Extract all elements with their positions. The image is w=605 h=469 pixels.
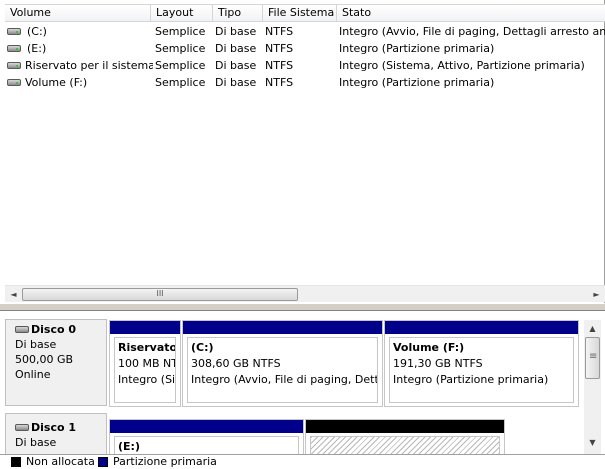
- volume-layout: Semplice: [155, 42, 206, 55]
- partition-c[interactable]: (C:) 308,60 GB NTFS Integro (Avvio, File…: [182, 320, 383, 407]
- vertical-scrollbar[interactable]: ▲ ▼: [584, 320, 601, 454]
- horizontal-scrollbar[interactable]: ◄ III ►: [5, 285, 605, 302]
- volume-layout: Semplice: [155, 76, 206, 89]
- partition-color-bar: [110, 321, 180, 334]
- volume-fs: NTFS: [265, 25, 294, 38]
- partition-status: Integro (Avvio, File di paging, Detta: [191, 373, 377, 386]
- volume-row[interactable]: Volume (F:) Semplice Di base NTFS Integr…: [5, 74, 605, 91]
- column-header-file-system[interactable]: File Sistema: [263, 5, 337, 22]
- drive-icon: [7, 62, 21, 69]
- partition-reserved[interactable]: Riservato 100 MB NT Integro (Sis: [109, 320, 181, 407]
- volume-name: Riservato per il sistema: [25, 59, 153, 72]
- volume-type: Di base: [215, 59, 257, 72]
- partition-size: 308,60 GB NTFS: [191, 357, 281, 370]
- volume-row[interactable]: (E:) Semplice Di base NTFS Integro (Part…: [5, 40, 605, 57]
- partition-name: (C:): [191, 341, 214, 354]
- volume-layout: Semplice: [155, 59, 206, 72]
- volume-name: (C:): [27, 25, 47, 38]
- volume-list-pane: Volume Layout Tipo File Sistema Stato (C…: [0, 0, 605, 303]
- volume-status: Integro (Avvio, File di paging, Dettagli…: [339, 25, 605, 38]
- volume-status: Integro (Sistema, Attivo, Partizione pri…: [339, 59, 585, 72]
- partition-name: Riservato: [118, 341, 175, 354]
- partition-name: (E:): [118, 440, 140, 453]
- drive-icon: [7, 79, 21, 86]
- primary-partition-swatch: [98, 457, 108, 467]
- unallocated-color-bar: [306, 420, 504, 433]
- partition-size: 191,30 GB NTFS: [393, 357, 483, 370]
- volume-status: Integro (Partizione primaria): [339, 42, 495, 55]
- column-header: Volume Layout Tipo File Sistema Stato: [5, 4, 605, 22]
- disk-0-label[interactable]: Disco 0 Di base 500,00 GB Online: [5, 319, 107, 406]
- volume-type: Di base: [215, 25, 257, 38]
- volume-row[interactable]: Riservato per il sistema Semplice Di bas…: [5, 57, 605, 74]
- unallocated-swatch: [11, 457, 21, 467]
- disk-1-label[interactable]: Disco 1 Di base: [5, 413, 107, 454]
- column-header-stato[interactable]: Stato: [337, 5, 605, 22]
- disk-graphical-pane: Disco 0 Di base 500,00 GB Online Riserva…: [0, 311, 605, 456]
- column-header-layout[interactable]: Layout: [151, 5, 213, 22]
- partition-color-bar: [385, 321, 578, 334]
- disk-icon: [15, 326, 29, 333]
- scroll-grip-icon: III: [156, 289, 164, 298]
- drive-icon: [7, 28, 21, 35]
- disk-type: Di base: [15, 338, 57, 351]
- disk-status: Online: [15, 368, 51, 381]
- unallocated-space[interactable]: [305, 419, 505, 456]
- volume-fs: NTFS: [265, 76, 294, 89]
- partition-color-bar: [183, 321, 382, 334]
- volume-row[interactable]: (C:) Semplice Di base NTFS Integro (Avvi…: [5, 23, 605, 40]
- unallocated-hatch: [310, 436, 500, 456]
- volume-layout: Semplice: [155, 25, 206, 38]
- disk-title: Disco 1: [31, 421, 77, 434]
- volume-fs: NTFS: [265, 59, 294, 72]
- disk-icon: [15, 424, 29, 431]
- column-header-volume[interactable]: Volume: [5, 5, 151, 22]
- legend-unallocated-label: Non allocata: [26, 455, 95, 468]
- disk-size: 500,00 GB: [15, 353, 74, 366]
- volume-name: Volume (F:): [25, 76, 88, 89]
- partition-e[interactable]: (E:): [109, 419, 304, 456]
- partition-size: 100 MB NT: [118, 357, 175, 370]
- vertical-scroll-thumb[interactable]: [585, 337, 600, 379]
- partition-status: Integro (Partizione primaria): [393, 373, 549, 386]
- scroll-down-arrow-icon[interactable]: ▼: [584, 434, 601, 451]
- horizontal-scroll-thumb[interactable]: III: [22, 288, 298, 301]
- column-header-tipo[interactable]: Tipo: [213, 5, 263, 22]
- scroll-right-arrow-icon[interactable]: ►: [588, 286, 605, 303]
- partition-color-bar: [110, 420, 303, 433]
- pane-splitter[interactable]: [0, 303, 605, 311]
- scroll-up-arrow-icon[interactable]: ▲: [584, 320, 601, 337]
- disk-title: Disco 0: [31, 323, 77, 336]
- partition-name: Volume (F:): [393, 341, 465, 354]
- partition-f[interactable]: Volume (F:) 191,30 GB NTFS Integro (Part…: [384, 320, 579, 407]
- legend: Non allocata Partizione primaria: [0, 454, 605, 469]
- volume-fs: NTFS: [265, 42, 294, 55]
- legend-primary-label: Partizione primaria: [113, 455, 217, 468]
- volume-status: Integro (Partizione primaria): [339, 76, 495, 89]
- disk-type: Di base: [15, 436, 57, 449]
- volume-type: Di base: [215, 42, 257, 55]
- drive-icon: [7, 45, 21, 52]
- volume-type: Di base: [215, 76, 257, 89]
- partition-status: Integro (Sis: [118, 373, 175, 386]
- scroll-left-arrow-icon[interactable]: ◄: [5, 286, 22, 303]
- volume-name: (E:): [27, 42, 47, 55]
